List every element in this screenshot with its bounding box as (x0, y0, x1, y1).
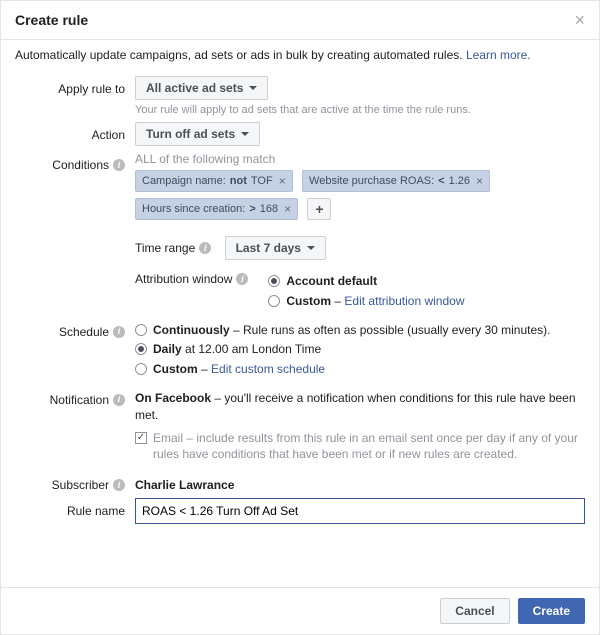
info-icon[interactable]: i (113, 159, 125, 171)
subscriber-label: Subscriber (52, 478, 109, 492)
notif-email-name: Email (153, 431, 183, 445)
modal-title: Create rule (15, 12, 88, 28)
create-button[interactable]: Create (518, 598, 585, 624)
info-icon[interactable]: i (113, 479, 125, 491)
caret-down-icon (241, 132, 249, 136)
info-icon[interactable]: i (236, 273, 248, 285)
caret-down-icon (249, 86, 257, 90)
attr-custom-radio[interactable] (268, 295, 280, 307)
modal-footer: Cancel Create (1, 587, 599, 634)
schedule-daily-radio[interactable] (135, 343, 147, 355)
close-icon[interactable]: × (574, 11, 585, 29)
rule-name-label: Rule name (15, 498, 135, 518)
chip-remove-icon[interactable]: × (282, 202, 291, 216)
schedule-cont-name: Continuously (153, 323, 230, 337)
info-icon[interactable]: i (113, 394, 125, 406)
chip-remove-icon[interactable]: × (277, 174, 286, 188)
schedule-custom-radio[interactable] (135, 363, 147, 375)
schedule-cont-radio[interactable] (135, 324, 147, 336)
condition-chip[interactable]: Website purchase ROAS: < 1.26 × (302, 170, 490, 192)
attr-window-label: Attribution window (135, 272, 232, 286)
schedule-daily-name: Daily (153, 342, 182, 356)
attr-default-radio[interactable] (268, 275, 280, 287)
notif-email-desc: – include results from this rule in an e… (153, 431, 578, 462)
info-icon[interactable]: i (199, 242, 211, 254)
time-range-dropdown[interactable]: Last 7 days (225, 236, 326, 260)
condition-chip[interactable]: Hours since creation: > 168 × (135, 198, 298, 220)
action-value: Turn off ad sets (146, 127, 235, 141)
time-range-value: Last 7 days (236, 241, 301, 255)
subtext-text: Automatically update campaigns, ad sets … (15, 48, 463, 62)
schedule-daily-desc: at 12.00 am London Time (182, 342, 321, 356)
conditions-chips: Campaign name: not TOF × Website purchas… (135, 170, 585, 226)
subscriber-name: Charlie Lawrance (135, 478, 234, 492)
learn-more-link[interactable]: Learn more. (466, 48, 531, 62)
info-icon[interactable]: i (113, 326, 125, 338)
attr-default-label: Account default (286, 273, 377, 290)
modal-header: Create rule × (1, 1, 599, 40)
apply-rule-value: All active ad sets (146, 81, 243, 95)
caret-down-icon (307, 246, 315, 250)
create-rule-modal: Create rule × Automatically update campa… (0, 0, 600, 635)
modal-body: Apply rule to All active ad sets Your ru… (1, 66, 599, 587)
notif-fb-name: On Facebook (135, 391, 211, 405)
conditions-label: Conditions (52, 158, 109, 172)
action-dropdown[interactable]: Turn off ad sets (135, 122, 260, 146)
add-condition-button[interactable]: + (307, 198, 331, 220)
attr-custom-label: Custom (286, 294, 331, 308)
rule-name-input[interactable] (135, 498, 585, 524)
conditions-match-text: ALL of the following match (135, 152, 585, 166)
condition-chip[interactable]: Campaign name: not TOF × (135, 170, 293, 192)
notification-label: Notification (50, 393, 109, 407)
modal-subtext: Automatically update campaigns, ad sets … (1, 40, 599, 66)
chip-remove-icon[interactable]: × (474, 174, 483, 188)
notif-email-checkbox[interactable]: ✓ (135, 432, 147, 444)
schedule-cont-desc: – Rule runs as often as possible (usuall… (230, 323, 551, 337)
apply-rule-helper: Your rule will apply to ad sets that are… (135, 104, 585, 116)
action-label: Action (15, 122, 135, 142)
time-range-label: Time range (135, 241, 195, 255)
edit-attr-link[interactable]: Edit attribution window (344, 294, 464, 308)
schedule-label: Schedule (59, 325, 109, 339)
apply-rule-dropdown[interactable]: All active ad sets (135, 76, 268, 100)
cancel-button[interactable]: Cancel (440, 598, 509, 624)
schedule-custom-name: Custom (153, 362, 198, 376)
edit-schedule-link[interactable]: Edit custom schedule (211, 362, 325, 376)
apply-rule-label: Apply rule to (15, 76, 135, 96)
